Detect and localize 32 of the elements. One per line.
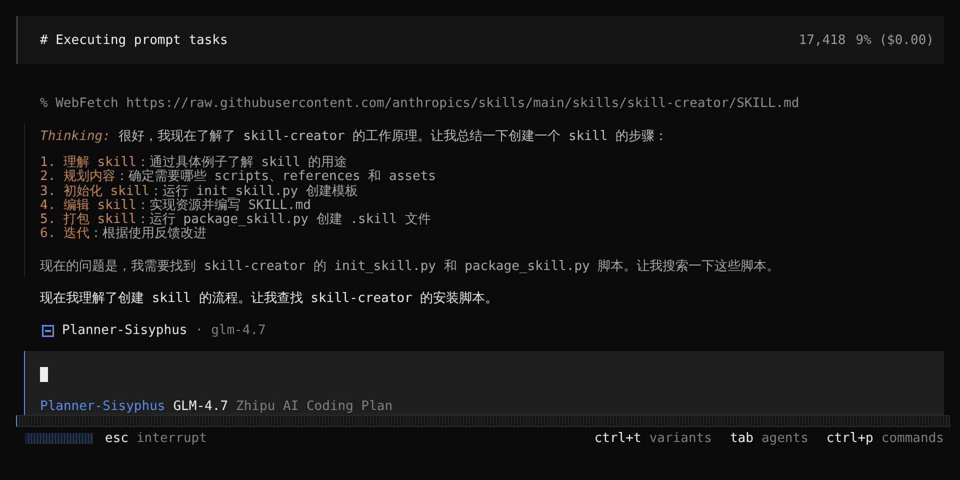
thinking-text: Thinking: 很好，我现在了解了 skill-creator 的工作原理。让我总结一下创建一个 skill 的步骤： (40, 128, 668, 146)
step-item: 1. 理解 skill：通过具体例子了解 skill 的用途 (40, 156, 348, 170)
window-icon (42, 324, 54, 337)
prompt-input[interactable]: Planner-Sisyphus GLM-4.7 Zhipu AI Coding Plan (24, 350, 944, 415)
step-item: 6. 迭代：根据使用反馈改进 (40, 227, 208, 242)
step-item: 2. 规划内容：确定需要哪些 scripts、references 和 assets (40, 170, 437, 184)
step-item: 3. 初始化 skill：运行 init_skill.py 创建模板 (40, 184, 359, 199)
model-label: GLM-4.7 (173, 398, 228, 415)
session-title: # Executing prompt tasks (40, 32, 228, 48)
assistant-message: 现在我理解了创建 skill 的流程。让我查找 skill-creator 的安装脚本。 (40, 290, 500, 308)
agent-selector[interactable]: Planner-Sisyphus (40, 398, 166, 415)
scrollbar[interactable] (16, 414, 950, 427)
separator-dot: · (195, 322, 204, 340)
shortcut-key: ctrl+p (826, 430, 874, 446)
shortcut-label: commands (881, 430, 944, 446)
shortcut-key: esc (105, 430, 128, 446)
shortcut-label: agents (761, 430, 808, 446)
shortcut-label: variants (649, 430, 712, 446)
progress-spinner (25, 432, 93, 444)
usage-cost: 9% ($0.00) (856, 32, 934, 48)
provider-label: Zhipu AI Coding Plan (236, 398, 393, 415)
shortcut-key: tab (730, 430, 754, 446)
thinking-paragraph: 现在的问题是，我需要找到 skill-creator 的 init_skill.py 和 package_skill.py 脚本。让我搜索一下这些脚本。 (40, 258, 781, 276)
step-item: 5. 打包 skill：运行 package_skill.py 创建 .skill 文件 (40, 213, 432, 228)
step-item: 4. 编辑 skill：实现资源并编写 SKILL.md (40, 198, 312, 213)
tool-call-line: % WebFetch https://raw.githubusercontent.com/anthropics/skills/main/skills/skill-creator/SKILL.md (40, 96, 800, 112)
agent-name: Planner-Sisyphus (62, 322, 188, 340)
shortcut-label: interrupt (136, 430, 207, 446)
model-name: glm-4.7 (211, 322, 266, 340)
token-count: 17,418 (798, 32, 846, 48)
text-cursor (40, 366, 48, 382)
shortcut-key: ctrl+t (594, 430, 642, 446)
